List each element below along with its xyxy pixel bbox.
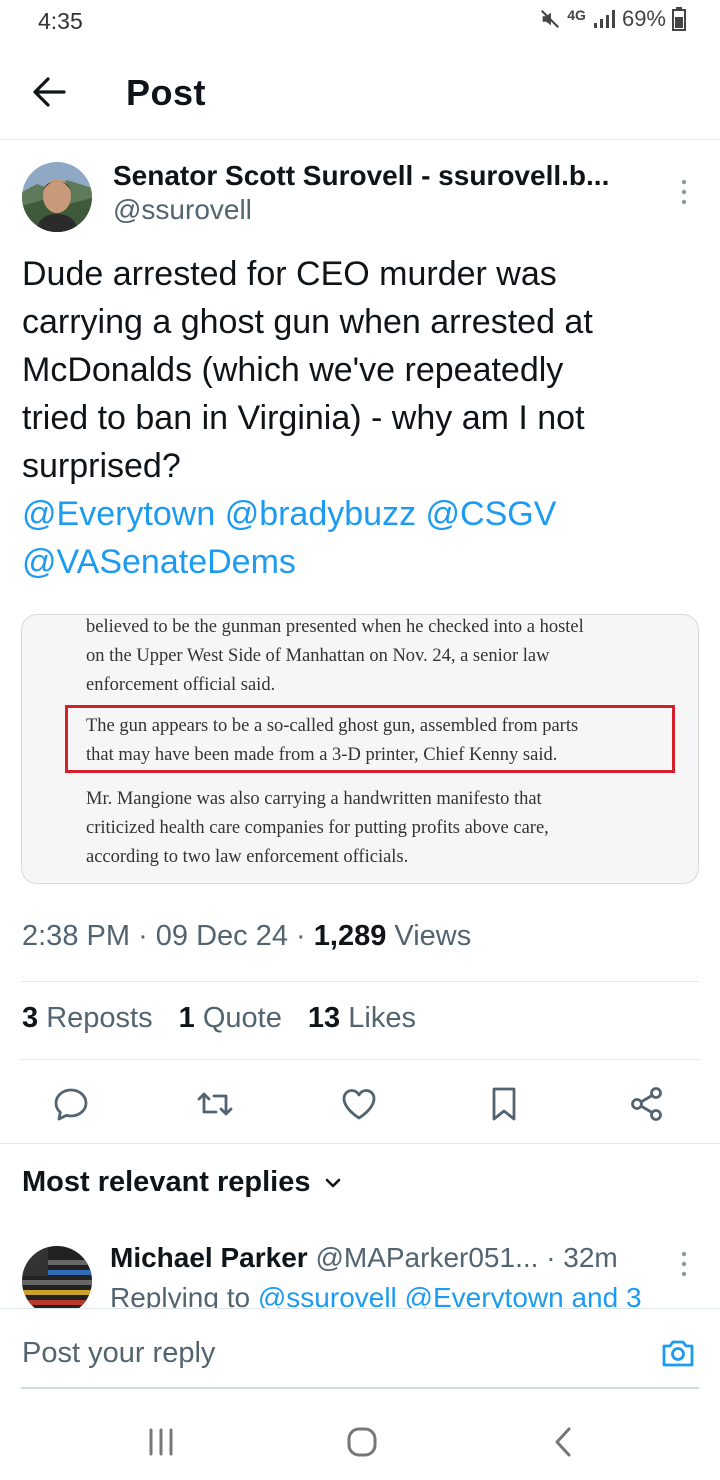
reposts-stat[interactable]: 3 Reposts <box>22 1002 153 1034</box>
more-options-icon[interactable] <box>672 176 696 208</box>
system-nav-bar <box>0 1398 720 1480</box>
article-line: criticized health care companies for put… <box>86 818 549 838</box>
reply-author-name[interactable]: Michael Parker <box>110 1242 308 1273</box>
post-image[interactable]: believed to be the gunman presented when… <box>21 614 699 884</box>
divider <box>21 1059 699 1060</box>
post-time: 2:38 PM <box>22 920 130 952</box>
page-title: Post <box>126 72 207 113</box>
post-author: Senator Scott Surovell - ssurovell.b... … <box>0 150 720 240</box>
quotes-count: 1 <box>178 1002 195 1034</box>
post-text-line: McDonalds (which we've repeatedly <box>22 351 564 389</box>
battery-percent: 69% <box>621 6 666 31</box>
divider <box>21 981 699 982</box>
reply-avatar[interactable] <box>22 1246 92 1308</box>
article-line: according to two law enforcement officia… <box>86 847 409 867</box>
status-bar: 4:35 4G 69% <box>0 0 720 44</box>
separator: · <box>138 920 156 952</box>
separator: · <box>296 920 314 952</box>
chevron-down-icon <box>325 1178 340 1187</box>
top-bar: Post <box>0 48 720 140</box>
post-stats: 3 Reposts 1 Quote 13 Likes <box>22 1002 434 1035</box>
reply-composer: Post your reply <box>0 1308 720 1398</box>
replying-to: Replying to @ssurovell @Everytown and 3 <box>110 1282 642 1308</box>
replying-prefix: Replying to <box>110 1282 251 1308</box>
post-mentions[interactable]: @VASenateDems <box>22 538 702 586</box>
post-actions <box>0 1072 720 1134</box>
repost-icon[interactable] <box>195 1084 235 1124</box>
quotes-stat[interactable]: 1 Quote <box>179 1002 282 1034</box>
camera-icon[interactable] <box>660 1335 696 1371</box>
like-icon[interactable] <box>339 1084 379 1124</box>
mute-icon <box>541 10 560 28</box>
signal-icon <box>593 10 615 28</box>
views-label: Views <box>394 920 472 952</box>
reply-header: Michael Parker @MAParker051... · 32m <box>110 1242 618 1274</box>
replying-mentions[interactable]: @ssurovell @Everytown and 3 <box>258 1282 642 1308</box>
article-line: Mr. Mangione was also carrying a handwri… <box>86 789 542 809</box>
reposts-label: Reposts <box>46 1002 153 1034</box>
post-text-line: Dude arrested for CEO murder was <box>22 255 557 293</box>
post-text-line: surprised? <box>22 447 181 485</box>
article-line: believed to be the gunman presented when… <box>86 617 584 637</box>
likes-stat[interactable]: 13 Likes <box>308 1002 416 1034</box>
reply-author-handle[interactable]: @MAParker051... <box>315 1242 538 1273</box>
reply-item[interactable]: Michael Parker @MAParker051... · 32m Rep… <box>0 1230 720 1308</box>
back-icon[interactable] <box>544 1422 584 1462</box>
status-icons: 4G 69% <box>539 6 686 32</box>
bookmark-icon[interactable] <box>484 1084 524 1124</box>
replies-sort-dropdown[interactable]: Most relevant replies <box>22 1166 343 1199</box>
reply-icon[interactable] <box>51 1084 91 1124</box>
home-icon[interactable] <box>342 1422 382 1462</box>
article-paragraph: Mr. Mangione was also carrying a handwri… <box>86 785 549 872</box>
back-arrow-icon[interactable] <box>28 70 72 114</box>
post-meta: 2:38 PM · 09 Dec 24 · 1,289 Views <box>22 920 471 953</box>
likes-count: 13 <box>307 1002 341 1034</box>
network-label: 4G <box>567 7 586 23</box>
article-line: enforcement official said. <box>86 675 276 695</box>
more-options-icon[interactable] <box>672 1248 696 1280</box>
author-handle[interactable]: @ssurovell <box>113 194 252 226</box>
share-icon[interactable] <box>627 1084 667 1124</box>
post-text-line: tried to ban in Virginia) - why am I not <box>22 399 585 437</box>
author-name[interactable]: Senator Scott Surovell - ssurovell.b... <box>113 160 609 192</box>
reposts-count: 3 <box>22 1002 39 1034</box>
post-text-line: carrying a ghost gun when arrested at <box>22 303 593 341</box>
author-avatar[interactable] <box>22 162 92 232</box>
divider <box>0 1143 720 1144</box>
views-count: 1,289 <box>313 920 387 952</box>
likes-label: Likes <box>348 1002 416 1034</box>
article-paragraph: believed to be the gunman presented when… <box>86 615 584 700</box>
status-time: 4:35 <box>38 8 83 34</box>
reply-input[interactable]: Post your reply <box>22 1337 215 1370</box>
article-line: on the Upper West Side of Manhattan on N… <box>86 646 550 666</box>
reply-input-underline <box>21 1387 699 1389</box>
recent-apps-icon[interactable] <box>141 1422 181 1462</box>
replies-header-label: Most relevant replies <box>22 1166 311 1198</box>
post-date: 09 Dec 24 <box>155 920 288 952</box>
post-text: Dude arrested for CEO murder was carryin… <box>22 250 702 586</box>
battery-icon <box>672 7 686 31</box>
quotes-label: Quote <box>202 1002 282 1034</box>
reply-time: · 32m <box>546 1242 618 1273</box>
post-mentions[interactable]: @Everytown @bradybuzz @CSGV <box>22 490 702 538</box>
red-highlight-box <box>65 705 675 773</box>
